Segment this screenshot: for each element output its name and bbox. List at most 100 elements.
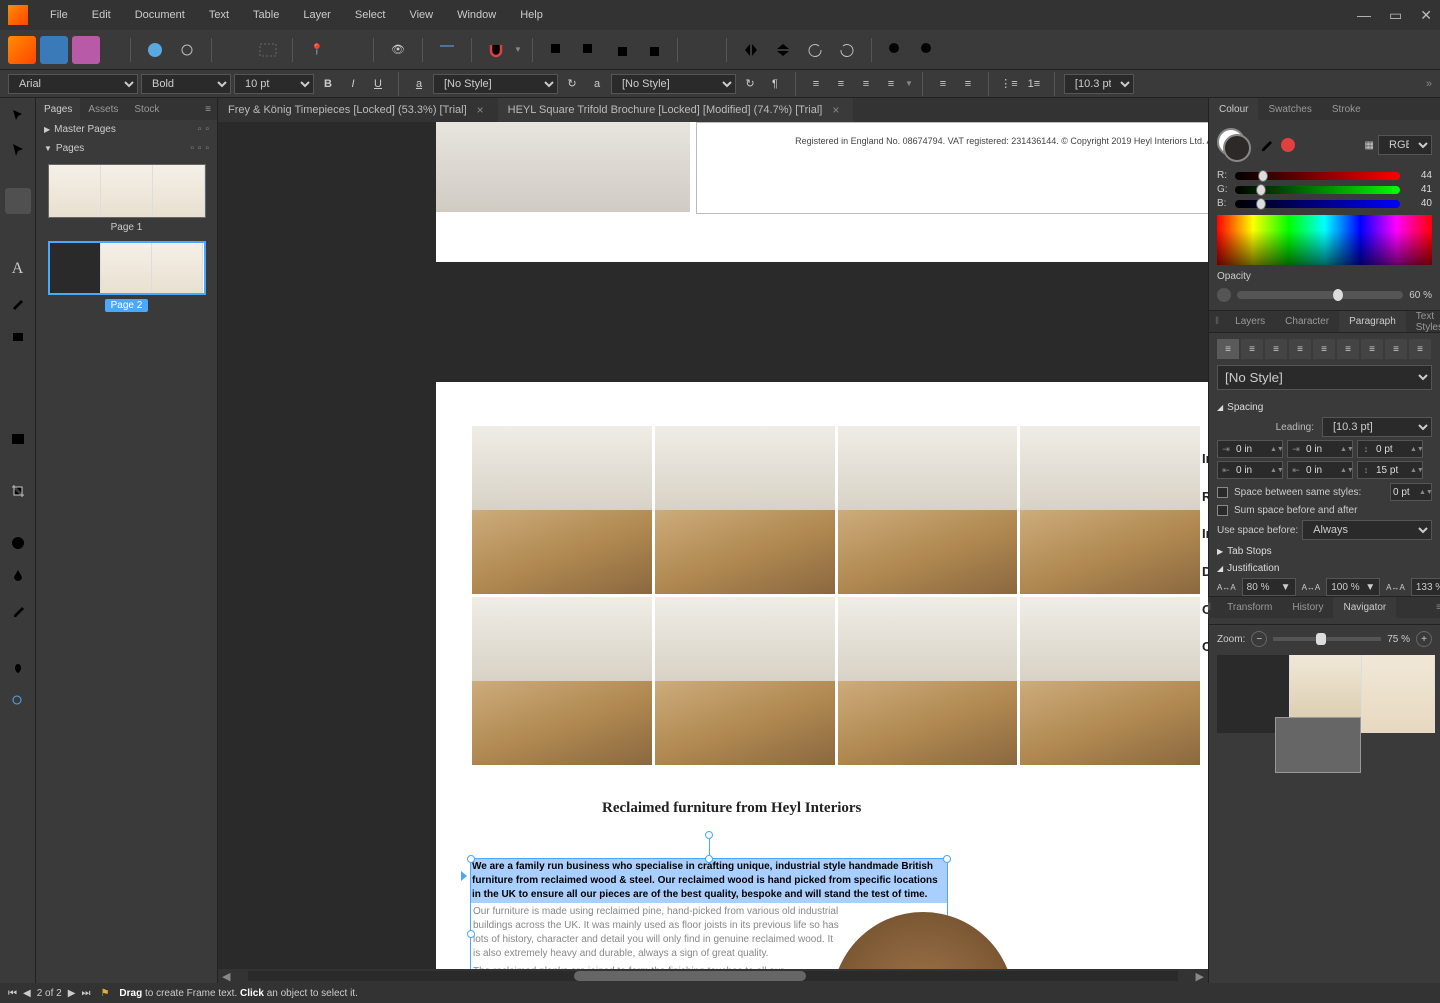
- body-paragraph[interactable]: The reclaimed planks are joined to form …: [471, 963, 791, 969]
- zoom-out-button[interactable]: −: [1251, 631, 1267, 647]
- doc-tab-2[interactable]: HEYL Square Trifold Brochure [Locked] [M…: [498, 98, 854, 122]
- transparency-tool[interactable]: [5, 564, 31, 590]
- pen-tool[interactable]: [5, 290, 31, 316]
- subtract-op-icon[interactable]: [914, 36, 942, 64]
- align-justify-button[interactable]: ≡: [880, 73, 902, 95]
- para-style-select[interactable]: [No Style]: [611, 74, 736, 94]
- view-tool[interactable]: [5, 654, 31, 680]
- page-2-thumb[interactable]: Page 2: [48, 241, 206, 312]
- flip-h-icon[interactable]: [737, 36, 765, 64]
- float-icon[interactable]: [335, 36, 363, 64]
- body-paragraph[interactable]: Our furniture is made using reclaimed pi…: [471, 903, 841, 963]
- preflight-status-icon[interactable]: ⚑: [100, 988, 109, 999]
- back-one-icon[interactable]: [575, 36, 603, 64]
- snapping-icon[interactable]: [482, 36, 510, 64]
- facing-page-icon[interactable]: ▫: [198, 143, 202, 154]
- colour-model-icon[interactable]: ▦: [1365, 140, 1374, 151]
- zoom-in-button[interactable]: +: [1416, 631, 1432, 647]
- spacing-section[interactable]: ◢Spacing: [1217, 402, 1432, 413]
- zoom-slider[interactable]: [1273, 637, 1381, 641]
- tab-layers[interactable]: Layers: [1225, 311, 1275, 332]
- menu-table[interactable]: Table: [241, 9, 291, 21]
- artistic-text-tool[interactable]: A: [5, 256, 31, 282]
- move-back-icon[interactable]: [543, 36, 571, 64]
- panel-menu-icon[interactable]: ≡: [205, 104, 211, 115]
- paragraph-style-select[interactable]: [No Style]: [1217, 365, 1432, 390]
- node-tool[interactable]: [5, 136, 31, 162]
- gallery-image[interactable]: [655, 597, 835, 765]
- scrollbar-thumb[interactable]: [574, 971, 806, 981]
- master-pages-section[interactable]: ▶Master Pages ▫▫: [36, 120, 217, 139]
- baseline-grid-icon[interactable]: 👁: [384, 36, 412, 64]
- space-before-input[interactable]: ↕0 pt▲▼: [1357, 440, 1423, 458]
- next-page-button[interactable]: ▶: [68, 988, 76, 999]
- tab-navigator[interactable]: Navigator: [1333, 597, 1396, 618]
- last-page-button[interactable]: ⏭: [81, 988, 90, 999]
- add-op-icon[interactable]: [882, 36, 910, 64]
- left-indent-input[interactable]: ⇥0 in▲▼: [1217, 440, 1283, 458]
- min-word-spacing[interactable]: 80 %▼: [1242, 578, 1296, 596]
- green-slider[interactable]: [1235, 186, 1400, 194]
- space-after-input[interactable]: ↕15 pt▲▼: [1357, 461, 1423, 479]
- para-justify-all[interactable]: ≡: [1361, 339, 1383, 359]
- text-flow-in-icon[interactable]: [461, 871, 467, 881]
- pages-section[interactable]: ▼Pages ▫▫▫: [36, 139, 217, 158]
- tab-paragraph[interactable]: Paragraph: [1339, 311, 1406, 332]
- first-page-button[interactable]: ⏮: [8, 988, 17, 999]
- gallery-image[interactable]: [472, 597, 652, 765]
- fill-colour-well[interactable]: [1223, 134, 1251, 162]
- gallery-image[interactable]: [838, 426, 1018, 594]
- red-slider[interactable]: [1235, 172, 1400, 180]
- font-weight-select[interactable]: Bold: [141, 74, 231, 94]
- horizontal-scrollbar[interactable]: ◀ ▶: [218, 969, 1208, 983]
- first-line-indent-input[interactable]: ⇥0 in▲▼: [1287, 440, 1353, 458]
- tab-stroke[interactable]: Stroke: [1322, 98, 1371, 120]
- tab-pages[interactable]: Pages: [36, 98, 80, 120]
- rotate-ccw-icon[interactable]: [801, 36, 829, 64]
- char-style-select[interactable]: [No Style]: [433, 74, 558, 94]
- frame-text-tool[interactable]: T: [5, 188, 31, 214]
- font-size-select[interactable]: 10 pt: [234, 74, 314, 94]
- menu-help[interactable]: Help: [508, 9, 555, 21]
- bullet-list-button[interactable]: ⋮≡: [998, 73, 1020, 95]
- leading-select[interactable]: [10.3 pt]: [1064, 74, 1134, 94]
- update-para-icon[interactable]: ↻: [739, 73, 761, 95]
- selected-paragraph[interactable]: We are a family run business who special…: [471, 859, 947, 903]
- pilcrow-icon[interactable]: ¶: [764, 73, 786, 95]
- gallery-image[interactable]: [1020, 426, 1200, 594]
- opacity-slider[interactable]: [1237, 291, 1403, 299]
- eyedropper-icon[interactable]: [1259, 138, 1273, 152]
- menu-select[interactable]: Select: [343, 9, 398, 21]
- gallery-image[interactable]: [655, 426, 835, 594]
- tab-assets[interactable]: Assets: [80, 98, 126, 120]
- panel-menu-icon[interactable]: ≡: [1436, 602, 1440, 613]
- menu-view[interactable]: View: [397, 9, 445, 21]
- sum-space-checkbox[interactable]: [1217, 505, 1228, 516]
- pinning-icon[interactable]: 📍: [303, 36, 331, 64]
- window-minimize[interactable]: —: [1357, 7, 1371, 24]
- page-1-thumb[interactable]: Page 1: [48, 164, 206, 233]
- add-master-icon[interactable]: ▫: [198, 124, 202, 135]
- menu-window[interactable]: Window: [445, 9, 508, 21]
- close-tab-1-icon[interactable]: ×: [477, 103, 484, 117]
- align-center-button[interactable]: ≡: [830, 73, 852, 95]
- resize-handle[interactable]: [943, 855, 951, 863]
- place-image-tool[interactable]: [5, 426, 31, 452]
- persona-designer-icon[interactable]: [40, 36, 68, 64]
- align-icon[interactable]: [688, 36, 716, 64]
- same-styles-value[interactable]: 0 pt▲▼: [1390, 483, 1432, 501]
- desired-word-spacing[interactable]: 100 %▼: [1326, 578, 1380, 596]
- resize-handle[interactable]: [467, 930, 475, 938]
- tab-colour[interactable]: Colour: [1209, 98, 1258, 120]
- use-space-select[interactable]: Always: [1302, 520, 1432, 540]
- update-char-icon[interactable]: ↻: [561, 73, 583, 95]
- char-style-icon[interactable]: a: [408, 73, 430, 95]
- font-family-select[interactable]: Arial: [8, 74, 138, 94]
- blue-slider[interactable]: [1235, 200, 1400, 208]
- para-justify-right[interactable]: ≡: [1337, 339, 1359, 359]
- leading-input[interactable]: [10.3 pt]: [1322, 417, 1432, 437]
- para-align-away[interactable]: ≡: [1409, 339, 1431, 359]
- tab-character[interactable]: Character: [1275, 311, 1339, 332]
- resize-handle[interactable]: [467, 855, 475, 863]
- tab-history[interactable]: History: [1282, 597, 1333, 618]
